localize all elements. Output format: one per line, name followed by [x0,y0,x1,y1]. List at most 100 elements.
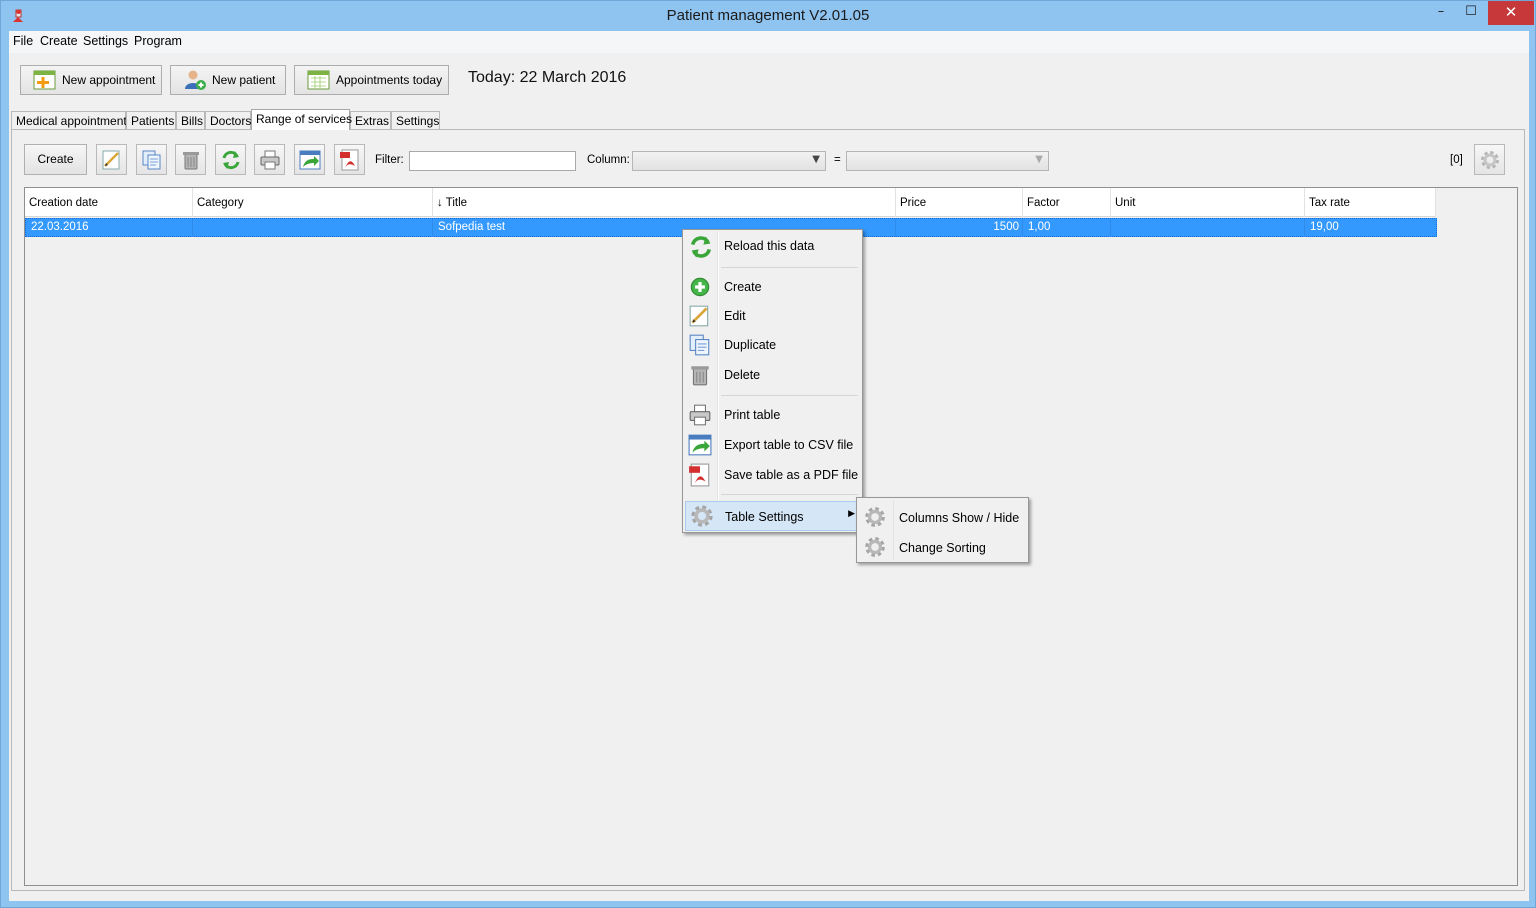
table-settings-button[interactable] [1474,144,1505,175]
menu-item-label: Duplicate [724,338,777,352]
chevron-down-icon: ▼ [812,154,820,165]
cell-price: 1500 [896,219,1023,237]
menu-item-label: Reload this data [724,239,815,253]
menu-bar: File Create Settings Program [9,31,1529,53]
print-button[interactable] [254,144,285,175]
reload-button[interactable] [215,144,246,175]
export-icon [299,150,321,170]
menu-create[interactable]: Create [40,34,78,48]
menu-file[interactable]: File [13,34,33,48]
tab-range-of-services[interactable]: Range of services [251,109,352,130]
cell-tax-rate: 19,00 [1310,221,1339,233]
tab-patients[interactable]: Patients [126,111,176,129]
duplicate-icon [689,334,710,356]
gear-icon [865,537,885,557]
chevron-down-icon: ▼ [1035,154,1043,165]
save-pdf-button[interactable] [334,144,365,175]
menu-separator [721,494,858,495]
edit-icon [689,305,709,327]
add-icon [690,277,710,297]
printer-icon [689,404,711,426]
menu-item-label: Columns Show / Hide [899,511,1020,525]
menu-item-label: Table Settings [725,510,804,524]
new-patient-button[interactable]: New patient [170,65,286,95]
title-bar[interactable]: Patient management V2.01.05 – ☐ ✕ [1,1,1535,31]
chevron-right-icon: ▶ [848,509,855,519]
gear-icon [1481,151,1499,169]
gear-icon [865,507,885,527]
tab-extras[interactable]: Extras [350,111,391,129]
maximize-button[interactable]: ☐ [1456,1,1486,25]
new-appointment-label: New appointment [62,73,156,87]
menu-item-save-pdf[interactable]: Save table as a PDF file [685,462,860,488]
table-header: Creation date Category ↓ Title Price Fac… [25,188,1436,217]
column-header-tax-rate[interactable]: Tax rate [1305,188,1436,217]
menu-item-label: Edit [724,309,746,323]
menu-separator [721,395,858,396]
close-button[interactable]: ✕ [1488,1,1534,25]
menu-item-delete[interactable]: Delete [685,362,860,388]
menu-item-label: Save table as a PDF file [724,468,859,482]
printer-icon [260,150,280,170]
minimize-button[interactable]: – [1426,1,1456,25]
export-icon [688,434,712,456]
menu-settings[interactable]: Settings [83,34,128,48]
filter-label: Filter: [375,154,404,166]
cell-unit [1111,219,1305,237]
create-button[interactable]: Create [24,144,87,175]
menu-program[interactable]: Program [134,34,182,48]
menu-item-label: Export table to CSV file [724,438,854,452]
window-title: Patient management V2.01.05 [666,7,870,24]
calendar-add-icon [33,69,57,91]
pdf-icon [689,463,710,487]
trash-icon [691,366,709,386]
value-select[interactable]: ▼ [846,151,1049,171]
menu-item-table-settings[interactable]: Table Settings ▶ [685,501,860,531]
menu-separator [721,267,858,268]
cell-category [193,219,433,237]
menu-item-change-sorting[interactable]: Change Sorting [859,531,1026,559]
duplicate-button[interactable] [136,144,167,175]
today-date: Today: 22 March 2016 [468,69,627,86]
tab-doctors[interactable]: Doctors [205,111,251,129]
column-header-category[interactable]: Category [193,188,433,217]
menu-item-columns-show-hide[interactable]: Columns Show / Hide [859,501,1026,529]
menu-item-duplicate[interactable]: Duplicate [685,332,860,358]
column-header-title[interactable]: ↓ Title [433,188,896,217]
column-header-creation-date[interactable]: Creation date [25,188,193,217]
menu-item-export-csv[interactable]: Export table to CSV file [685,432,860,458]
new-appointment-button[interactable]: New appointment [20,65,162,95]
tab-bills[interactable]: Bills [176,111,205,129]
menu-item-reload[interactable]: Reload this data [685,233,860,259]
calendar-icon [307,69,331,91]
export-csv-button[interactable] [294,144,325,175]
column-header-unit[interactable]: Unit [1111,188,1305,217]
menu-item-label: Delete [724,368,761,382]
appointments-today-label: Appointments today [336,73,443,87]
new-patient-label: New patient [212,73,276,87]
record-count: [0] [1450,154,1463,166]
menu-item-label: Change Sorting [899,541,986,555]
cell-factor: 1,00 [1023,219,1111,237]
menu-item-label: Print table [724,408,781,422]
menu-item-edit[interactable]: Edit [685,303,860,329]
tab-settings[interactable]: Settings [391,111,440,129]
appointments-today-button[interactable]: Appointments today [294,65,449,95]
menu-item-print[interactable]: Print table [685,402,860,428]
cell-creation-date: 22.03.2016 [26,219,193,237]
trash-icon [183,152,199,170]
equals-label: = [834,154,841,166]
tab-medical-appointments[interactable]: Medical appointments [11,111,133,129]
column-header-price[interactable]: Price [896,188,1023,217]
column-header-factor[interactable]: Factor [1023,188,1111,217]
duplicate-icon [142,150,161,170]
table-settings-submenu: Columns Show / Hide Change Sorting [856,497,1029,563]
edit-button[interactable] [96,144,127,175]
gear-icon [691,505,713,527]
pdf-icon [340,149,359,171]
filter-input[interactable] [409,151,576,171]
delete-button[interactable] [175,144,206,175]
menu-item-label: Create [724,280,762,294]
menu-item-create[interactable]: Create [685,274,860,300]
column-select[interactable]: ▼ [632,151,826,171]
